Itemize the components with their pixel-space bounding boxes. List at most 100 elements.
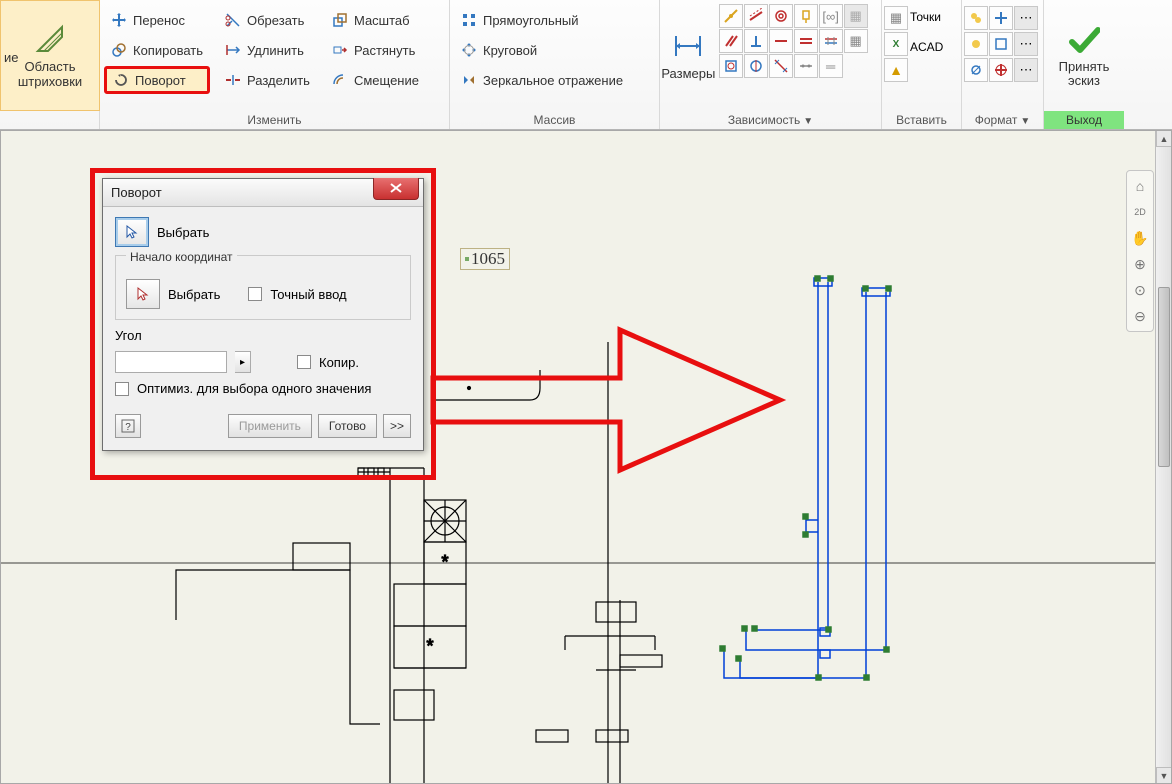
dimensions-label: Размеры [661,66,715,81]
apply-label: Применить [239,419,301,433]
dimension-input[interactable]: 1065 [460,248,510,270]
view-nav-bar: ⌂ 2D ✋ ⊕ ⊙ ⊖ [1126,170,1154,332]
insert-excel-button[interactable]: X [884,32,908,56]
optimize-checkbox[interactable] [115,382,129,396]
scroll-down-arrow[interactable]: ▼ [1156,767,1172,784]
circ-pattern-button[interactable]: Круговой [454,36,655,64]
format-btn-9[interactable]: ⋯ [1014,58,1038,82]
dialog-close-button[interactable] [373,178,419,200]
constraint-fix[interactable] [794,4,818,28]
constraint-parallel[interactable] [719,29,743,53]
constraint-vertical[interactable] [794,29,818,53]
split-label: Разделить [247,73,310,88]
nav-zoom-fit-icon[interactable]: ⊙ [1129,279,1151,301]
split-button[interactable]: Разделить [218,66,317,94]
copy-checkbox[interactable] [297,355,311,369]
dimension-anchor-dot [465,257,469,261]
constraint-associative[interactable]: ═ [819,54,843,78]
extend-icon [225,42,241,58]
exit-panel-label: Выход [1044,111,1124,129]
panel-exit: Принять эскиз Выход [1044,0,1124,129]
constraint-perpendicular[interactable] [744,29,768,53]
rotate-button[interactable]: Поворот [104,66,210,94]
rect-pattern-button[interactable]: Прямоугольный [454,6,655,34]
copy-button[interactable]: Копировать [104,36,210,64]
expand-label: >> [390,419,404,433]
format-btn-3[interactable]: ⋯ [1014,6,1038,30]
nav-home-icon[interactable]: ⌂ [1129,175,1151,197]
select-origin-button[interactable] [126,279,160,309]
format-btn-5[interactable] [989,32,1013,56]
format-btn-6[interactable]: ⋯ [1014,32,1038,56]
insert-image-button[interactable]: ▦ [884,6,908,30]
scroll-thumb[interactable] [1158,287,1170,467]
acad-label: ACAD [910,40,943,54]
constraint-settings[interactable]: ▦ [844,29,868,53]
nav-2d-icon[interactable]: 2D [1129,201,1151,223]
format-btn-8[interactable] [989,58,1013,82]
split-icon [225,72,241,88]
cursor-icon [124,224,140,240]
hatch-icon [34,23,66,55]
circ-pattern-icon [461,42,477,58]
nav-zoom-in-icon[interactable]: ⊕ [1129,253,1151,275]
format-btn-4[interactable] [964,32,988,56]
constraint-coincident[interactable] [719,4,743,28]
apply-button[interactable]: Применить [228,414,312,438]
panel-format: ⋯ ⋯ ⋯ Формат▼ [962,0,1044,129]
format-btn-1[interactable] [964,6,988,30]
format-btn-2[interactable] [989,6,1013,30]
angle-input[interactable] [115,351,227,373]
ribbon: Область штриховки ие Перенос Копировать … [0,0,1172,130]
trim-button[interactable]: Обрезать [218,6,317,34]
scale-button[interactable]: Масштаб [325,6,426,34]
offset-button[interactable]: Смещение [325,66,426,94]
constraint-smooth[interactable] [719,54,743,78]
scroll-up-arrow[interactable]: ▲ [1156,130,1172,147]
accept-label: Принять эскиз [1059,60,1110,88]
insert-dwg-button[interactable]: ▲ [884,58,908,82]
stretch-button[interactable]: Растянуть [325,36,426,64]
dialog-help-button[interactable]: ? [115,414,141,438]
constraint-auto[interactable] [794,54,818,78]
svg-text:?: ? [125,422,131,433]
precise-input-checkbox[interactable] [248,287,262,301]
select-geometry-button[interactable] [115,217,149,247]
panel-modify: Перенос Копировать Поворот Обрезать [100,0,450,129]
dimensions-button[interactable]: Размеры [660,0,717,111]
expand-button[interactable]: >> [383,414,411,438]
panel-hatch: Область штриховки ие [0,0,100,129]
angle-spin[interactable]: ▸ [235,351,251,373]
precise-input-label: Точный ввод [270,287,346,302]
format-btn-7[interactable] [964,58,988,82]
rotate-label: Поворот [135,73,186,88]
mirror-button[interactable]: Зеркальное отражение [454,66,655,94]
vertical-scrollbar[interactable]: ▲ ▼ [1155,130,1172,784]
done-button[interactable]: Готово [318,414,377,438]
offset-icon [332,72,348,88]
panel-pattern: Прямоугольный Круговой Зеркальное отраже… [450,0,660,129]
help-icon: ? [121,419,135,433]
constraint-concentric[interactable] [769,4,793,28]
constraint-collinear[interactable] [744,4,768,28]
select-label: Выбрать [157,225,209,240]
nav-pan-icon[interactable]: ✋ [1129,227,1151,249]
copy-label: Копировать [133,43,203,58]
accept-sketch-button[interactable]: Принять эскиз [1044,0,1124,111]
constraint-horizontal[interactable] [769,29,793,53]
constraint-tangent[interactable] [819,29,843,53]
nav-zoom-out-icon[interactable]: ⊖ [1129,305,1151,327]
constraint-equal[interactable] [769,54,793,78]
origin-select-label: Выбрать [168,287,220,302]
constraint-symmetric[interactable] [744,54,768,78]
move-button[interactable]: Перенос [104,6,210,34]
constraint-show[interactable]: [∞] [819,4,843,28]
dialog-titlebar[interactable]: Поворот [103,179,423,207]
constraint-grid: [∞] ▦ ▦ ═ [717,0,881,111]
extend-button[interactable]: Удлинить [218,36,317,64]
checkmark-icon [1068,24,1100,56]
copy-icon [111,42,127,58]
constraint-image[interactable]: ▦ [844,4,868,28]
svg-text:*: * [426,636,433,656]
angle-label: Угол [115,328,411,343]
